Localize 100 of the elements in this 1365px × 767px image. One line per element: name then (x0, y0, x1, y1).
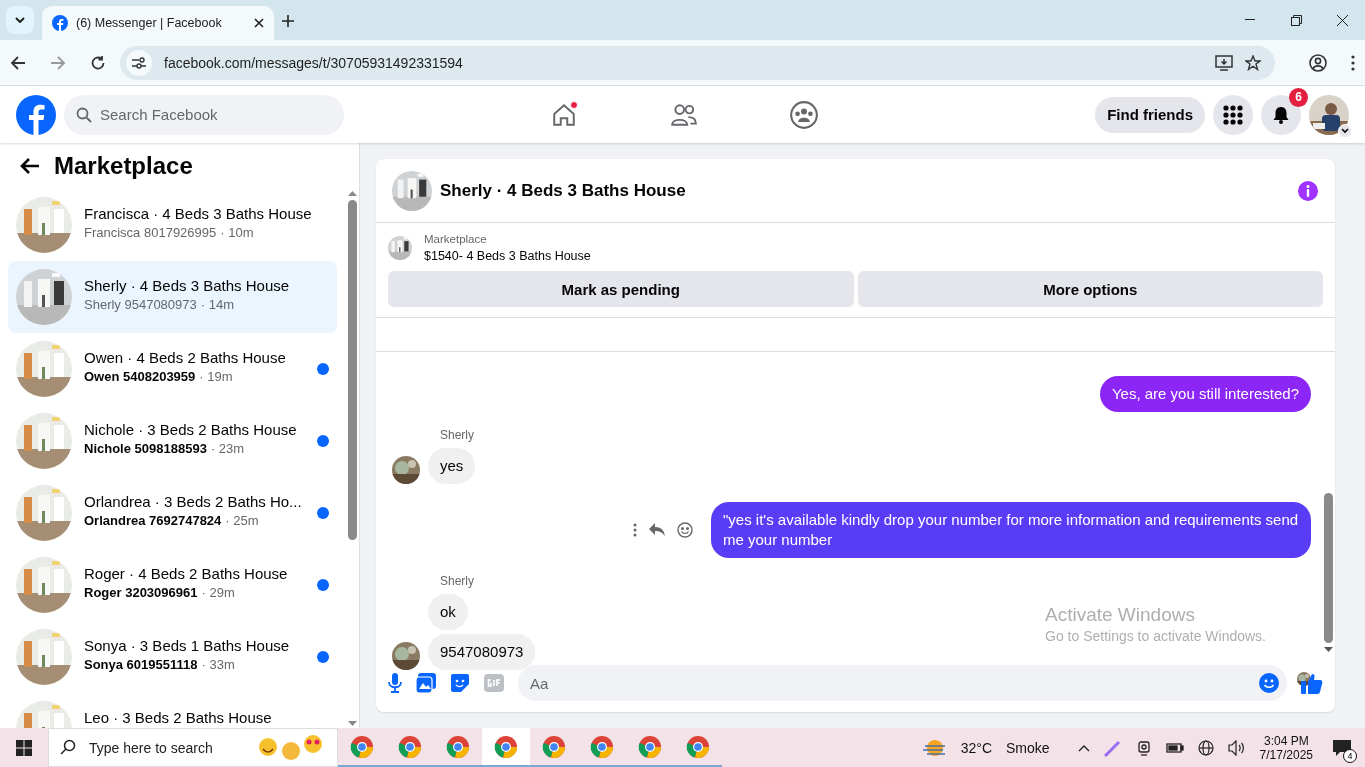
conversation-subtitle: Sonya 6019551118 (84, 657, 198, 672)
reload-icon[interactable] (90, 54, 106, 71)
search-field[interactable]: Search Facebook (64, 94, 344, 135)
conversation-item[interactable]: Roger · 4 Beds 2 Baths House Roger 3203096961 · 29m (8, 549, 337, 621)
conversation-title: Sonya · 3 Beds 1 Baths House (84, 637, 291, 654)
bell-icon (1271, 104, 1291, 125)
menu-icon[interactable] (1351, 54, 1355, 71)
conversation-item[interactable]: Orlandrea · 3 Beds 2 Baths Ho... Orlandrea 7692747824 · 25m (8, 477, 337, 549)
conversation-time: · 10m (220, 225, 254, 240)
conversation-time: · 19m (199, 369, 233, 384)
action-button[interactable]: Mark as pending (388, 271, 854, 307)
taskbar-search-field[interactable]: Type here to search (48, 728, 338, 767)
menu-button[interactable] (1213, 94, 1253, 135)
emoji-drawing (258, 733, 324, 761)
conversation-title: Orlandrea · 3 Beds 2 Baths Ho... (84, 493, 303, 510)
tab-list-button[interactable] (6, 6, 34, 34)
speaker-icon[interactable] (1227, 739, 1246, 756)
microphone-icon[interactable] (388, 673, 402, 693)
tab-title: (6) Messenger | Facebook (76, 16, 223, 30)
conversation-subtitle: Owen 5408203959 (84, 369, 196, 384)
forward-icon[interactable] (50, 54, 66, 71)
chrome-icon (446, 734, 470, 759)
notification-dot (570, 100, 578, 109)
emoji-icon[interactable] (1259, 673, 1279, 693)
friends-icon (670, 101, 698, 128)
info-icon[interactable] (1297, 179, 1319, 202)
emoji-icon[interactable] (677, 522, 693, 538)
battery-icon[interactable] (1165, 741, 1184, 754)
taskbar-app[interactable] (482, 728, 530, 767)
listing-name[interactable]: $1540- 4 Beds 3 Baths House (424, 249, 591, 263)
thumbs-up-icon[interactable] (1301, 672, 1323, 694)
profile-button[interactable] (1309, 94, 1349, 135)
chrome-icon (494, 734, 518, 759)
message-bubble: ok (428, 594, 468, 630)
conversation-title: Francisca · 4 Beds 3 Baths House (84, 205, 313, 222)
search-icon (76, 106, 92, 123)
conversation-item[interactable]: Nichole · 3 Beds 2 Baths House Nichole 5098188593 · 23m (8, 405, 337, 477)
conversation-item[interactable]: Sherly · 4 Beds 3 Baths House Sherly 9547080973 · 14m (8, 261, 337, 333)
scroll-down-icon[interactable] (1323, 647, 1333, 652)
find-friends-button[interactable]: Find friends (1095, 96, 1205, 133)
back-arrow-icon[interactable] (20, 157, 40, 175)
conversation-title: Leo · 3 Beds 2 Baths House (84, 709, 273, 726)
notifications-button[interactable] (1261, 94, 1301, 135)
chevron-down-icon (15, 17, 25, 23)
scrollbar[interactable] (345, 189, 359, 728)
pen-icon[interactable] (1103, 738, 1122, 757)
scroll-up-icon[interactable] (347, 191, 357, 196)
sidebar-title: Marketplace (54, 152, 193, 180)
conversation-time: · 33m (201, 657, 235, 672)
account-icon[interactable] (1309, 53, 1327, 72)
speech-bubble-icon (1332, 738, 1352, 757)
more-icon[interactable] (633, 523, 637, 537)
chrome-icon (638, 734, 662, 759)
close-icon[interactable] (254, 18, 264, 28)
browser-tab[interactable]: (6) Messenger | Facebook (42, 6, 274, 40)
chrome-icon (686, 734, 710, 759)
camera-icon[interactable] (1135, 739, 1152, 756)
weather-condition[interactable]: Smoke (1006, 739, 1050, 756)
conversation-subtitle: Roger 3203096961 (84, 585, 198, 600)
conversation-time: · 14m (200, 297, 234, 312)
weather-temperature[interactable]: 32°C (960, 739, 993, 756)
sticker-icon[interactable] (450, 673, 470, 693)
back-icon[interactable] (10, 54, 26, 71)
reply-icon[interactable] (649, 523, 665, 537)
conversation-title: Roger · 4 Beds 2 Baths House (84, 565, 289, 582)
facebook-logo-icon[interactable] (16, 94, 56, 135)
new-tab-icon[interactable] (282, 15, 294, 27)
facebook-logo-icon (52, 15, 68, 31)
groups-icon (790, 100, 818, 129)
conversation-item[interactable]: Francisca · 4 Beds 3 Baths House Francisca 8017926995 · 10m (8, 189, 337, 261)
notification-count: 6 (1289, 87, 1308, 107)
notification-center-button[interactable]: 4 (1327, 732, 1357, 763)
message-bubble: yes (428, 448, 476, 484)
clock-date[interactable]: 7/17/2025 (1259, 747, 1313, 762)
chrome-icon (350, 734, 374, 759)
activation-notice-text: Go to Settings to activate Windows. (1045, 628, 1266, 644)
activation-notice-title: Activate Windows (1045, 604, 1196, 626)
site-settings-icon[interactable] (126, 49, 152, 76)
action-button[interactable]: More options (857, 271, 1323, 307)
image-icon[interactable] (416, 673, 436, 693)
conversation-title: Nichole · 3 Beds 2 Baths House (84, 421, 298, 438)
star-icon[interactable] (1245, 54, 1261, 71)
message-input[interactable]: Aa (518, 665, 1287, 701)
chevron-up-icon[interactable] (1077, 743, 1090, 752)
chat-title: Sherly · 4 Beds 3 Baths House (440, 180, 687, 201)
message-bubble: 9547080973 (428, 634, 536, 670)
conversation-item[interactable]: Owen · 4 Beds 2 Baths House Owen 5408203959 · 19m (8, 333, 337, 405)
chrome-icon (590, 734, 614, 759)
globe-icon[interactable] (1197, 739, 1214, 756)
conversation-subtitle: Nichole 5098188593 (84, 441, 207, 456)
scroll-down-icon[interactable] (347, 721, 357, 726)
windows-icon (16, 739, 32, 756)
clock-time[interactable]: 3:04 PM (1263, 733, 1309, 748)
conversation-item[interactable]: Sonya · 3 Beds 1 Baths House Sonya 6019551118 · 33m (8, 621, 337, 693)
install-app-icon[interactable] (1215, 54, 1233, 71)
conversation-time: · 25m (225, 513, 259, 528)
conversation-title: Sherly · 4 Beds 3 Baths House (84, 277, 291, 294)
conversation-time: · 23m (210, 441, 245, 456)
conversation-title: Owen · 4 Beds 2 Baths House (84, 349, 287, 366)
message-bubble: Yes, are you still interested? (1099, 376, 1311, 412)
